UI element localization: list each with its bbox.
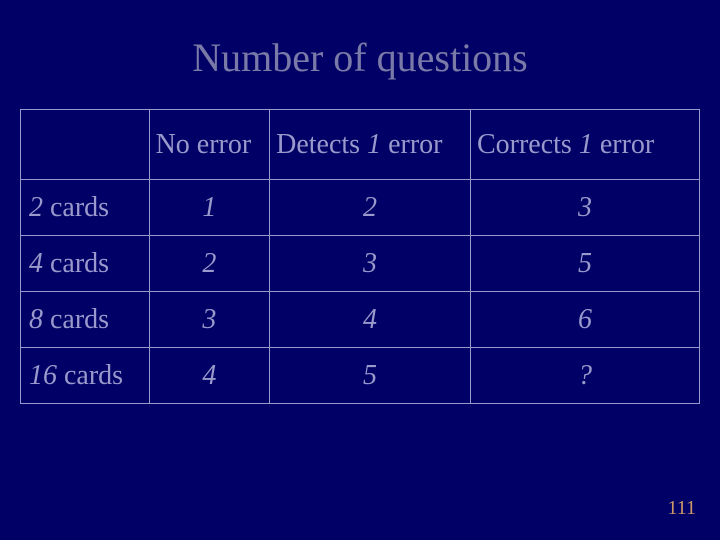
table-header-row: No error Detects 1 error Corrects 1 erro…: [21, 110, 700, 180]
table-row: 16 cards 4 5 ?: [21, 348, 700, 404]
cell-value: 6: [470, 292, 699, 348]
header-corrects-num: 1: [579, 129, 593, 160]
cell-value: 3: [470, 180, 699, 236]
page-number: 111: [667, 497, 696, 520]
cell-value: 3: [270, 236, 471, 292]
cell-value: 2: [149, 236, 270, 292]
header-corrects-prefix: Corrects: [477, 129, 579, 160]
row-label-num: 4: [29, 248, 43, 279]
questions-table: No error Detects 1 error Corrects 1 erro…: [20, 109, 700, 404]
cell-value: 5: [470, 236, 699, 292]
header-detects-1-error: Detects 1 error: [270, 110, 471, 180]
row-label-num: 8: [29, 304, 43, 335]
row-label-word: cards: [43, 304, 109, 335]
cell-value: 1: [149, 180, 270, 236]
row-label-word: cards: [43, 192, 109, 223]
questions-table-wrap: No error Detects 1 error Corrects 1 erro…: [20, 109, 700, 404]
header-detects-num: 1: [367, 129, 381, 160]
slide-title: Number of questions: [0, 0, 720, 81]
cell-value: 4: [149, 348, 270, 404]
row-label: 2 cards: [21, 180, 150, 236]
table-row: 2 cards 1 2 3: [21, 180, 700, 236]
header-corrects-1-error: Corrects 1 error: [470, 110, 699, 180]
cell-value: 3: [149, 292, 270, 348]
header-detects-suffix: error: [381, 129, 442, 160]
row-label-num: 16: [29, 360, 57, 391]
table-row: 8 cards 3 4 6: [21, 292, 700, 348]
cell-value: 2: [270, 180, 471, 236]
cell-value: 4: [270, 292, 471, 348]
row-label-num: 2: [29, 192, 43, 223]
header-no-error: No error: [149, 110, 270, 180]
row-label: 4 cards: [21, 236, 150, 292]
row-label-word: cards: [57, 360, 123, 391]
cell-value: ?: [470, 348, 699, 404]
table-row: 4 cards 2 3 5: [21, 236, 700, 292]
header-detects-prefix: Detects: [276, 129, 367, 160]
slide: Number of questions No error Detects 1 e…: [0, 0, 720, 540]
header-corrects-suffix: error: [593, 129, 654, 160]
row-label: 8 cards: [21, 292, 150, 348]
row-label: 16 cards: [21, 348, 150, 404]
row-label-word: cards: [43, 248, 109, 279]
cell-value: 5: [270, 348, 471, 404]
header-blank: [21, 110, 150, 180]
